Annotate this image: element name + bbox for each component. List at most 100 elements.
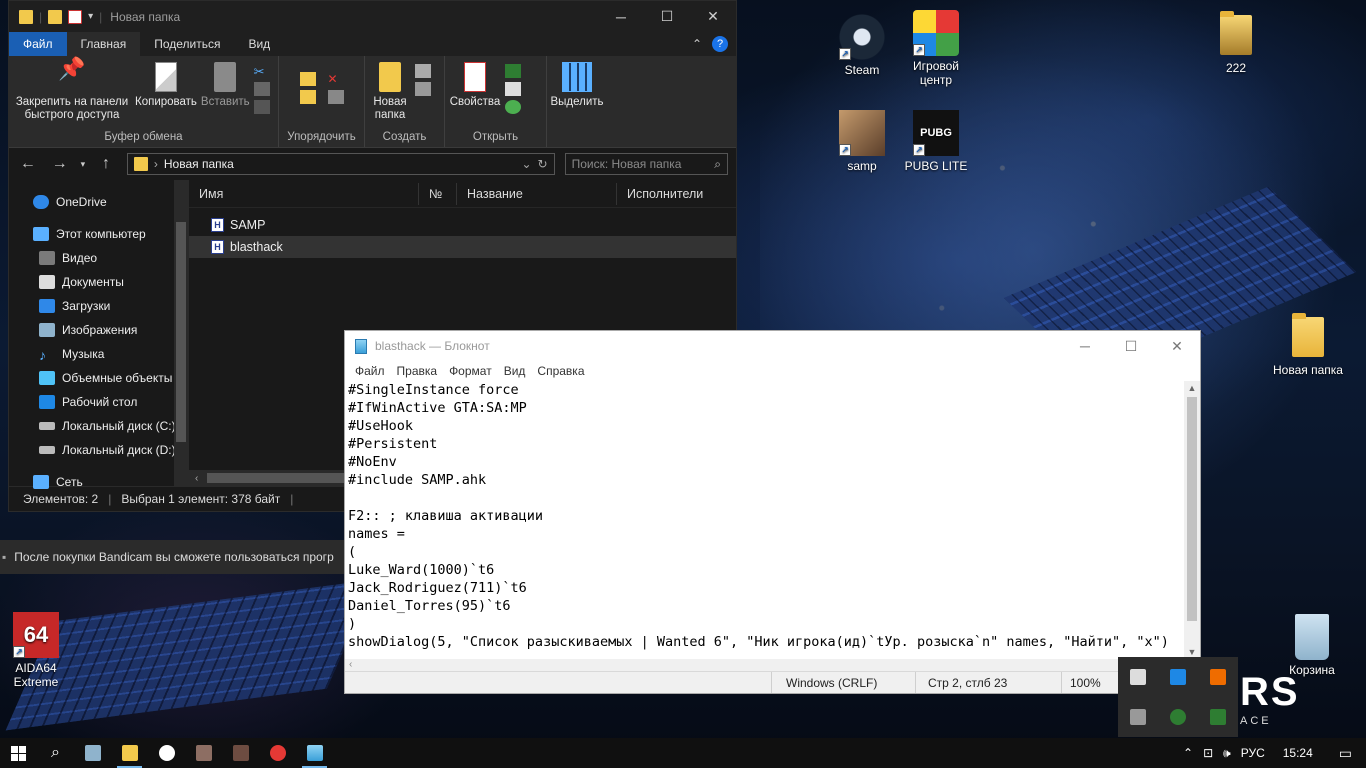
tab-view[interactable]: Вид: [234, 32, 284, 56]
taskbar-app[interactable]: [111, 738, 148, 768]
network-icon[interactable]: ⊡: [1203, 746, 1213, 760]
menu-view[interactable]: Вид: [498, 364, 532, 378]
maximize-button[interactable]: ☐: [1108, 331, 1154, 361]
easy-access-icon[interactable]: [415, 82, 431, 96]
nav-item-network[interactable]: Сеть: [9, 470, 188, 494]
maximize-button[interactable]: ☐: [644, 1, 690, 32]
new-folder-button[interactable]: Новая папка: [369, 60, 411, 122]
minimize-button[interactable]: ─: [1062, 331, 1108, 361]
desktop-icon-aida64[interactable]: 64 ↗ AIDA64 Extreme: [0, 612, 72, 689]
tray-item[interactable]: [1198, 657, 1238, 697]
chevron-down-icon[interactable]: ⌄: [521, 157, 531, 171]
tab-home[interactable]: Главная: [66, 32, 141, 56]
chevron-down-icon[interactable]: ▾: [81, 159, 86, 170]
tray-item[interactable]: [1198, 697, 1238, 737]
chevron-up-icon[interactable]: ⌃: [692, 37, 702, 51]
pin-quick-access-button[interactable]: 📌 Закрепить на панели быстрого доступа: [13, 58, 131, 122]
desktop-icon-new-folder[interactable]: Новая папка: [1272, 313, 1344, 377]
tray-item[interactable]: [1118, 657, 1158, 697]
chevron-up-icon[interactable]: ⌃: [1183, 746, 1193, 760]
open-icon[interactable]: [505, 64, 521, 78]
search-input[interactable]: Поиск: Новая папка ⌕: [564, 153, 729, 175]
menu-help[interactable]: Справка: [531, 364, 590, 378]
nav-item-pictures[interactable]: Изображения: [9, 318, 188, 342]
column-title[interactable]: Название: [457, 182, 617, 205]
nav-item-this-pc[interactable]: Этот компьютер: [9, 222, 188, 246]
title-bar[interactable]: blasthack — Блокнот ─ ☐ ✕: [345, 331, 1200, 361]
nav-item-music[interactable]: ♪ Музыка: [9, 342, 188, 366]
history-icon[interactable]: [505, 100, 521, 114]
rename-icon[interactable]: [327, 90, 344, 104]
paste-shortcut-icon[interactable]: [253, 100, 270, 114]
nav-scrollbar[interactable]: [174, 180, 188, 486]
desktop-icon-pubg-lite[interactable]: PUBG ↗ PUBG LITE: [900, 110, 972, 173]
nav-item-3d-objects[interactable]: Объемные объекты: [9, 366, 188, 390]
nav-item-drive-d[interactable]: Локальный диск (D:): [9, 438, 188, 462]
text-editor[interactable]: #SingleInstance force #IfWinActive GTA:S…: [345, 381, 1186, 673]
back-button[interactable]: ←: [17, 155, 39, 173]
notifications-icon[interactable]: ▭: [1339, 745, 1352, 762]
file-row[interactable]: H SAMP: [189, 214, 736, 236]
notepad-window[interactable]: blasthack — Блокнот ─ ☐ ✕ Файл Правка Фо…: [344, 330, 1201, 694]
desktop-icon-steam[interactable]: ↗ Steam: [826, 14, 898, 77]
nav-item-downloads[interactable]: Загрузки: [9, 294, 188, 318]
vertical-scrollbar[interactable]: ▲ ▼: [1184, 381, 1200, 659]
title-bar[interactable]: | ▾ | Новая папка ─ ☐ ✕: [9, 1, 736, 32]
column-name[interactable]: Имя: [189, 182, 419, 205]
tab-file[interactable]: Файл: [9, 32, 67, 56]
scroll-down-icon[interactable]: ▼: [1184, 647, 1200, 657]
up-button[interactable]: ↑: [95, 155, 117, 173]
tray-item[interactable]: [1118, 697, 1158, 737]
address-bar[interactable]: › Новая папка ⌄ ↻: [126, 153, 555, 175]
desktop-icon-game-center[interactable]: ↗ Игровой центр: [900, 10, 972, 87]
nav-item-drive-c[interactable]: Локальный диск (C:): [9, 414, 188, 438]
taskbar-app[interactable]: [222, 738, 259, 768]
nav-item-documents[interactable]: Документы: [9, 270, 188, 294]
taskbar-app[interactable]: [148, 738, 185, 768]
desktop-icon-recycle-bin[interactable]: Корзина: [1276, 614, 1348, 677]
nav-item-video[interactable]: Видео: [9, 246, 188, 270]
nav-item-desktop[interactable]: Рабочий стол: [9, 390, 188, 414]
chevron-down-icon[interactable]: ▾: [88, 11, 93, 22]
search-button[interactable]: ⌕: [37, 738, 74, 768]
refresh-icon[interactable]: ↻: [538, 157, 548, 171]
language-indicator[interactable]: РУС: [1241, 746, 1265, 760]
desktop-icon-222[interactable]: 222: [1200, 11, 1272, 75]
properties-icon[interactable]: [68, 9, 83, 24]
scroll-up-icon[interactable]: ▲: [1184, 383, 1200, 393]
menu-edit[interactable]: Правка: [391, 364, 444, 378]
new-folder-icon[interactable]: [48, 9, 63, 24]
help-icon[interactable]: ?: [712, 36, 728, 52]
cut-icon[interactable]: ✂: [254, 64, 270, 79]
close-button[interactable]: ✕: [1154, 331, 1200, 361]
select-button[interactable]: Выделить: [550, 60, 604, 109]
bandicam-notice[interactable]: ▪ После покупки Bandicam вы сможете поль…: [0, 540, 346, 574]
new-item-icon[interactable]: [415, 64, 431, 78]
clock[interactable]: 15:24: [1283, 746, 1313, 760]
column-number[interactable]: №: [419, 182, 457, 205]
move-to-icon[interactable]: [299, 72, 316, 86]
delete-icon[interactable]: ✕: [328, 72, 344, 86]
column-artists[interactable]: Исполнители: [617, 183, 727, 205]
tray-item[interactable]: [1158, 697, 1198, 737]
menu-file[interactable]: Файл: [349, 364, 391, 378]
properties-button[interactable]: Свойства: [449, 60, 501, 109]
close-button[interactable]: ✕: [690, 1, 736, 32]
copy-path-icon[interactable]: [253, 82, 270, 96]
taskbar-app[interactable]: [259, 738, 296, 768]
paste-button[interactable]: Вставить: [201, 60, 250, 109]
copy-button[interactable]: Копировать: [135, 60, 197, 109]
volume-icon[interactable]: 🕪: [1223, 746, 1231, 761]
copy-to-icon[interactable]: [299, 90, 316, 104]
edit-icon[interactable]: [505, 82, 521, 96]
tray-item[interactable]: [1158, 657, 1198, 697]
taskbar-app[interactable]: [74, 738, 111, 768]
desktop-icon-samp[interactable]: ↗ samp: [826, 110, 898, 173]
nav-item-onedrive[interactable]: OneDrive: [9, 190, 188, 214]
taskbar-app[interactable]: [296, 738, 333, 768]
minimize-button[interactable]: ─: [598, 1, 644, 32]
taskbar-app[interactable]: [185, 738, 222, 768]
file-row[interactable]: H blasthack: [189, 236, 736, 258]
menu-format[interactable]: Формат: [443, 364, 498, 378]
start-button[interactable]: [0, 738, 37, 768]
